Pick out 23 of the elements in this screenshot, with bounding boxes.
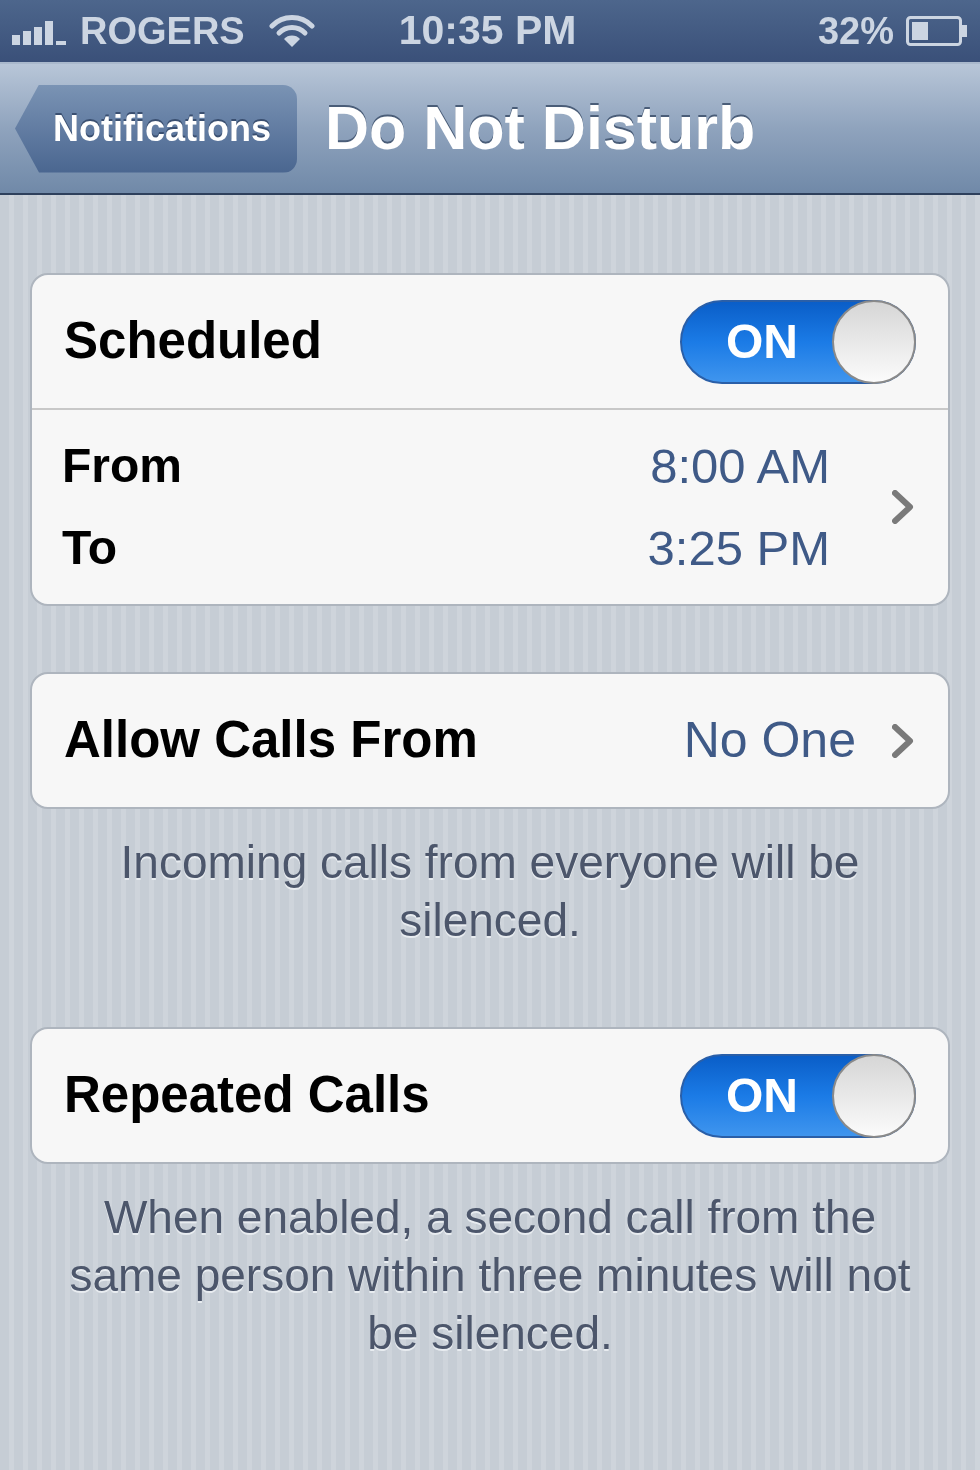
battery-icon [906, 16, 968, 46]
row-label: Allow Calls From [64, 710, 479, 771]
footer-note: Incoming calls from everyone will be silenced. [119, 835, 861, 948]
row-label: Repeated Calls [64, 1065, 430, 1126]
row-value: 8:00 AM [650, 438, 830, 495]
time-range-row[interactable]: From 8:00 AM To 3:25 PM [32, 408, 948, 604]
screen-title: Do Not Disturb [325, 92, 756, 164]
row-label: From [62, 438, 182, 494]
toggle-switch[interactable]: ON [680, 1053, 916, 1138]
wifi-icon [268, 14, 315, 48]
row-label: Scheduled [64, 311, 322, 372]
clock-time: 10:35 PM [398, 6, 577, 56]
carrier-name: ROGERS [80, 8, 245, 54]
battery-percentage: 32% [817, 8, 894, 54]
footer-note: When enabled, a second call from the same person within three minutes will not be silenced. [68, 1190, 912, 1361]
chevron-right-icon [892, 723, 914, 758]
row-value: 3:25 PM [647, 520, 830, 577]
row-label: To [62, 520, 118, 576]
row-value: No One [683, 711, 856, 770]
back-button[interactable]: Notifications [15, 84, 297, 173]
detail-row[interactable]: Allow Calls From No One [32, 674, 948, 807]
toggle-switch[interactable]: ON [680, 299, 916, 384]
chevron-right-icon [892, 490, 914, 524]
